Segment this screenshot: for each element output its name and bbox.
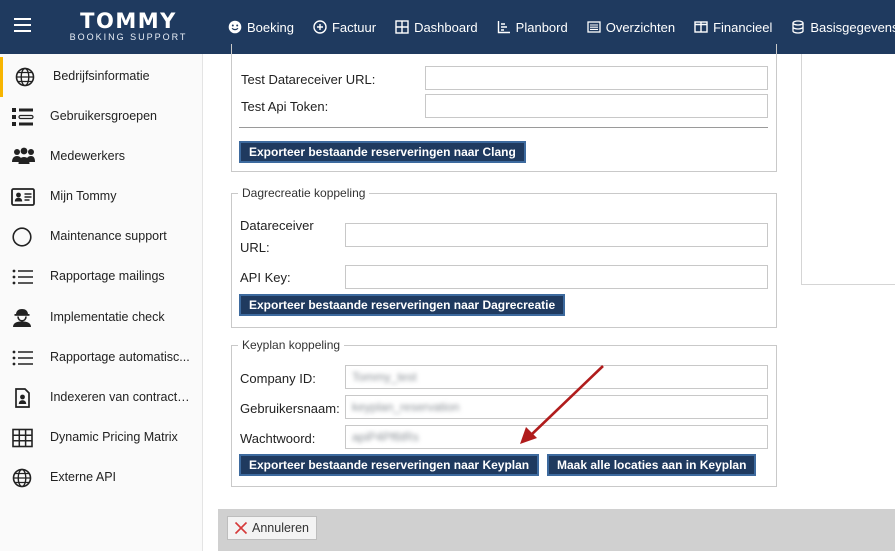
- side-panel: [801, 54, 895, 285]
- export-clang-button[interactable]: Exporteer bestaande reserveringen naar C…: [239, 141, 526, 163]
- test-datareceiver-url-input[interactable]: [425, 66, 768, 90]
- sidebar-item-label: Mijn Tommy: [50, 189, 117, 203]
- id-card-icon: [11, 188, 35, 206]
- logo-main: TOMMY: [80, 9, 177, 33]
- columns-icon: [694, 21, 708, 33]
- nav-item-factuur[interactable]: Factuur: [313, 20, 376, 35]
- globe-icon: [15, 67, 35, 87]
- nav-label: Boeking: [247, 19, 294, 35]
- sidebar-item-bedrijfsinformatie[interactable]: Bedrijfsinformatie: [0, 57, 202, 97]
- cancel-label: Annuleren: [252, 521, 309, 535]
- export-dagrecreatie-button[interactable]: Exporteer bestaande reserveringen naar D…: [239, 294, 566, 316]
- api-key-label: API Key:: [240, 270, 291, 285]
- sidebar-item-label: Bedrijfsinformatie: [53, 69, 150, 83]
- test-api-token-input[interactable]: [425, 94, 768, 118]
- list-icon: [12, 269, 33, 285]
- company-id-value: Tommy_test: [352, 370, 417, 384]
- document-user-icon: [15, 388, 30, 408]
- sidebar-item-label: Implementatie check: [50, 310, 165, 324]
- nav-item-overzichten[interactable]: Overzichten: [587, 20, 675, 35]
- list-icon: [12, 350, 33, 366]
- cancel-button[interactable]: Annuleren: [227, 516, 317, 540]
- export-keyplan-button[interactable]: Exporteer bestaande reserveringen naar K…: [239, 454, 540, 476]
- datareceiver-url-label-line1: Datareceiver: [240, 218, 314, 233]
- username-label: Gebruikersnaam:: [240, 401, 340, 416]
- datareceiver-url-label-line2: URL:: [240, 240, 270, 255]
- globe-icon: [12, 468, 32, 488]
- nav-label: Overzichten: [605, 19, 676, 35]
- dagrecreatie-legend: Dagrecreatie koppeling: [242, 186, 366, 200]
- sidebar-item-externe-api[interactable]: Externe API: [0, 458, 202, 498]
- nav-label: Factuur: [331, 19, 377, 35]
- sidebar-item-rapportage-automatisch[interactable]: Rapportage automatisc...: [0, 338, 202, 378]
- sidebar-item-implementatie-check[interactable]: Implementatie check: [0, 298, 202, 338]
- sidebar-item-label: Indexeren van contract ...: [50, 390, 190, 404]
- nav-label: Financieel: [713, 19, 773, 35]
- nav-item-boeking[interactable]: Boeking: [228, 20, 294, 35]
- sidebar-item-mijn-tommy[interactable]: Mijn Tommy: [0, 177, 202, 217]
- nav-item-financieel[interactable]: Financieel: [694, 20, 772, 35]
- sidebar-item-indexeren-contract[interactable]: Indexeren van contract ...: [0, 378, 202, 418]
- database-icon: [792, 20, 805, 34]
- nav-label: Dashboard: [414, 19, 478, 35]
- test-datareceiver-url-label: Test Datareceiver URL:: [241, 72, 376, 87]
- footer-bar: Annuleren: [218, 509, 895, 551]
- sidebar-item-label: Dynamic Pricing Matrix: [50, 430, 178, 444]
- table-grid-icon: [12, 428, 33, 448]
- divider: [239, 127, 768, 128]
- sidebar-item-maintenance-support[interactable]: Maintenance support: [0, 217, 202, 257]
- nav-item-dashboard[interactable]: Dashboard: [395, 20, 478, 35]
- sidebar-item-label: Externe API: [50, 470, 117, 484]
- password-label: Wachtwoord:: [240, 431, 316, 446]
- username-value: keyplan_reservation: [352, 400, 460, 414]
- nav-item-planbord[interactable]: Planbord: [497, 20, 568, 35]
- plus-circle-icon: [313, 20, 327, 34]
- clang-group: Test Datareceiver URL: Test Api Token: E…: [231, 44, 777, 172]
- grid-icon: [395, 20, 409, 34]
- chart-icon: [497, 21, 510, 34]
- sidebar: Bedrijfsinformatie Gebruikersgroepen Med…: [0, 54, 203, 551]
- nav-label: Planbord: [515, 19, 568, 35]
- close-icon: [234, 521, 248, 535]
- keyplan-legend: Keyplan koppeling: [242, 338, 341, 352]
- datareceiver-url-input[interactable]: [345, 223, 768, 247]
- create-keyplan-locations-button[interactable]: Maak alle locaties aan in Keyplan: [547, 454, 757, 476]
- company-id-label: Company ID:: [240, 371, 316, 386]
- sidebar-item-gebruikersgroepen[interactable]: Gebruikersgroepen: [0, 97, 202, 137]
- logo[interactable]: TOMMY BOOKING SUPPORT: [56, 11, 201, 43]
- sidebar-item-label: Medewerkers: [50, 149, 126, 163]
- circle-icon: [12, 227, 32, 247]
- nav-label: Basisgegevens: [810, 19, 895, 35]
- nav-item-basisgegevens[interactable]: Basisgegevens: [791, 20, 895, 35]
- password-value: apiP4Pf6tRs: [352, 430, 419, 444]
- annotation-arrow-icon: [520, 365, 604, 444]
- sidebar-item-label: Maintenance support: [50, 229, 167, 243]
- list-box-icon: [587, 21, 601, 33]
- api-key-input[interactable]: [345, 265, 768, 289]
- sidebar-item-label: Rapportage mailings: [50, 269, 165, 283]
- sidebar-item-dynamic-pricing-matrix[interactable]: Dynamic Pricing Matrix: [0, 418, 202, 458]
- main-content: Test Datareceiver URL: Test Api Token: E…: [203, 44, 895, 551]
- sidebar-item-rapportage-mailings[interactable]: Rapportage mailings: [0, 257, 202, 297]
- user-groups-icon: [12, 108, 34, 126]
- sidebar-item-label: Rapportage automatisc...: [50, 350, 190, 364]
- worker-icon: [13, 309, 31, 327]
- hamburger-menu-icon[interactable]: [14, 18, 31, 32]
- sidebar-item-label: Gebruikersgroepen: [50, 109, 158, 123]
- test-api-token-label: Test Api Token:: [241, 99, 329, 114]
- sidebar-item-medewerkers[interactable]: Medewerkers: [0, 137, 202, 177]
- employees-icon: [12, 147, 35, 164]
- logo-sub: BOOKING SUPPORT: [69, 32, 188, 42]
- smiley-icon: [228, 20, 242, 34]
